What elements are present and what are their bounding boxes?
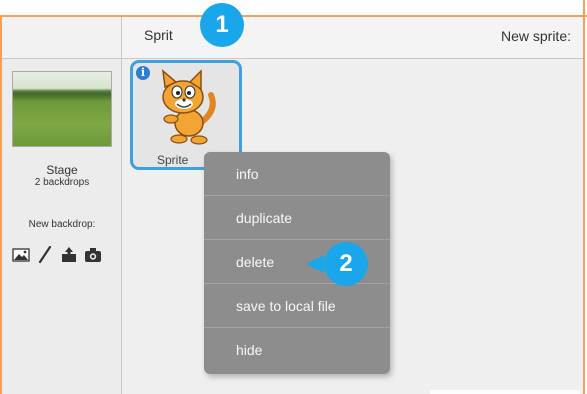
frame-right-border bbox=[583, 0, 585, 394]
stage-thumbnail[interactable] bbox=[12, 71, 112, 147]
backdrop-tools bbox=[12, 245, 112, 265]
menu-item-duplicate[interactable]: duplicate bbox=[204, 196, 390, 240]
sprite-cat-image bbox=[162, 69, 216, 145]
info-icon[interactable]: i bbox=[136, 66, 150, 80]
upload-icon[interactable] bbox=[60, 246, 78, 264]
paintbrush-icon[interactable] bbox=[36, 246, 54, 264]
menu-item-info[interactable]: info bbox=[204, 152, 390, 196]
step-1-callout: 1 bbox=[200, 3, 244, 47]
menu-item-save-to-local-file[interactable]: save to local file bbox=[204, 284, 390, 328]
camera-icon[interactable] bbox=[84, 246, 102, 264]
sprites-header: Sprit New sprite: bbox=[122, 17, 583, 59]
stage-header bbox=[2, 17, 122, 59]
new-backdrop-label: New backdrop: bbox=[28, 219, 96, 230]
stage-name: Stage bbox=[46, 163, 78, 177]
menu-item-hide[interactable]: hide bbox=[204, 328, 390, 372]
step-2-callout: 2 bbox=[324, 242, 368, 286]
step-2-callout-pointer bbox=[306, 255, 324, 273]
sprite-name: Sprite bbox=[157, 153, 189, 167]
bottom-strip bbox=[430, 390, 580, 394]
new-sprite-label: New sprite: bbox=[500, 28, 571, 44]
frame-right-border-top bbox=[583, 0, 585, 15]
image-icon[interactable] bbox=[12, 246, 30, 264]
stage-panel: Stage 2 backdrops New backdrop: bbox=[2, 59, 122, 394]
stage-backdrop-count: 2 backdrops bbox=[34, 177, 90, 188]
sprites-title: Sprit bbox=[144, 27, 173, 43]
